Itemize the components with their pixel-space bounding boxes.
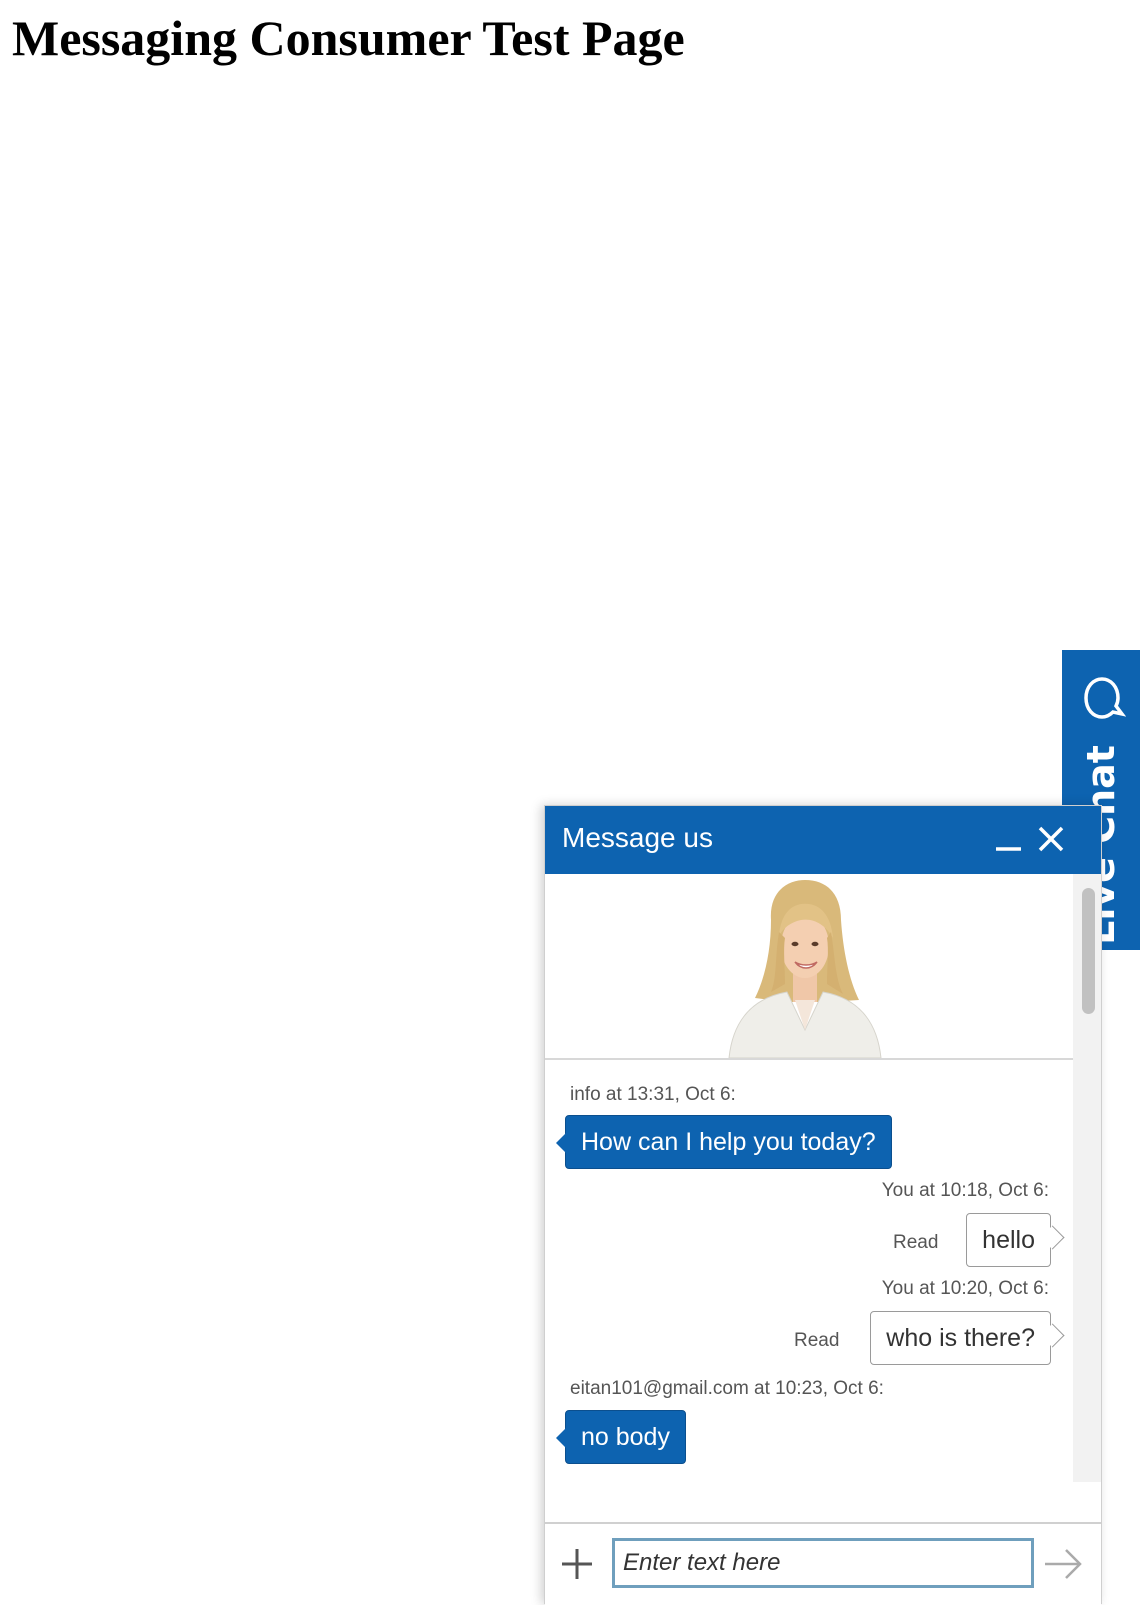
send-arrow-icon[interactable] — [1042, 1545, 1084, 1583]
visitor-message-bubble: who is there? — [870, 1311, 1051, 1365]
message-meta: You at 10:18, Oct 6: — [881, 1180, 1049, 1201]
scrollbar-thumb[interactable] — [1082, 888, 1095, 1014]
conversation-scrollbar[interactable] — [1073, 874, 1101, 1482]
chat-window: Message us info at 13:31, Oct 6: How can… — [544, 805, 1102, 1605]
conversation-area: info at 13:31, Oct 6: How can I help you… — [545, 874, 1073, 1482]
close-button[interactable] — [1032, 820, 1070, 858]
plus-icon[interactable] — [559, 1546, 595, 1582]
minimize-icon — [996, 847, 1021, 851]
read-receipt: Read — [893, 1232, 939, 1253]
message-input[interactable] — [612, 1538, 1034, 1588]
read-receipt: Read — [794, 1330, 840, 1351]
message-meta: eitan101@gmail.com at 10:23, Oct 6: — [570, 1378, 884, 1399]
agent-avatar — [545, 874, 1073, 1060]
minimize-button[interactable] — [989, 820, 1027, 858]
chat-bubble-icon — [1084, 677, 1126, 719]
visitor-message-bubble: hello — [966, 1213, 1051, 1267]
agent-portrait-image — [728, 880, 882, 1058]
chat-title: Message us — [562, 822, 713, 853]
message-meta: info at 13:31, Oct 6: — [570, 1084, 736, 1105]
agent-message-bubble: How can I help you today? — [556, 1115, 892, 1169]
agent-message-bubble: no body — [556, 1410, 686, 1464]
page-title: Messaging Consumer Test Page — [12, 10, 685, 66]
chat-header: Message us — [545, 806, 1101, 874]
close-icon — [1038, 826, 1064, 852]
message-composer — [545, 1522, 1101, 1605]
message-meta: You at 10:20, Oct 6: — [881, 1278, 1049, 1299]
